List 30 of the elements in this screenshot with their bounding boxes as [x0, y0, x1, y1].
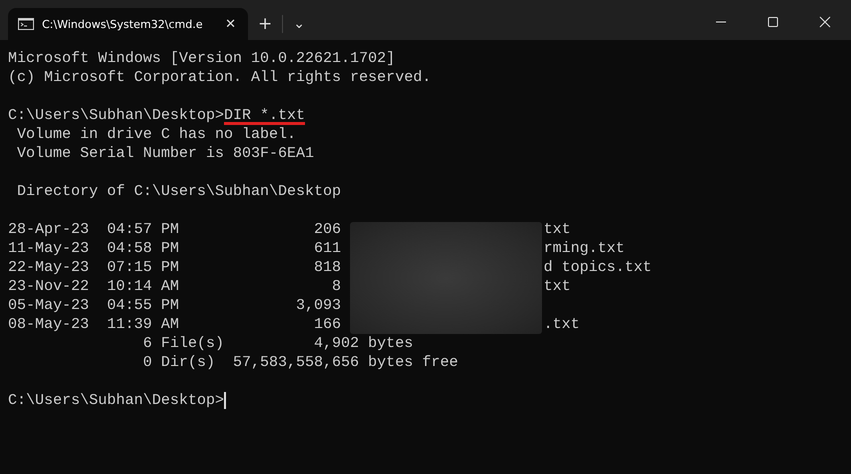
- terminal-icon: [18, 18, 34, 30]
- console-text: Microsoft Windows [Version 10.0.22621.1702]: [8, 49, 396, 68]
- file-name-text: rming.txt: [544, 239, 625, 258]
- file-name-text: d topics.txt: [544, 258, 652, 277]
- prompt-text: C:\Users\Subhan\Desktop>: [8, 106, 224, 125]
- text-cursor: [224, 392, 226, 409]
- file-name-text: .txt: [544, 315, 580, 334]
- prompt-text: C:\Users\Subhan\Desktop>: [8, 391, 224, 410]
- file-listing-text: 08-May-23 11:39 AM 166: [8, 315, 342, 334]
- console-text: Directory of C:\Users\Subhan\Desktop: [16, 182, 342, 201]
- file-listing-text: 28-Apr-23 04:57 PM 206: [8, 220, 342, 239]
- close-icon[interactable]: [819, 16, 831, 28]
- file-listing-text: 23-Nov-22 10:14 AM 8: [8, 277, 342, 296]
- file-name-text: txt: [544, 220, 571, 239]
- new-tab-button[interactable]: +: [248, 8, 282, 40]
- console-text: 0 Dir(s) 57,583,558,656 bytes free: [142, 353, 460, 372]
- file-name-text: txt: [544, 277, 571, 296]
- console-text: Volume in drive C has no label.: [16, 125, 298, 144]
- command-text: DIR *.txt: [224, 106, 306, 125]
- tab-title: C:\Windows\System32\cmd.e: [42, 18, 204, 30]
- maximize-icon[interactable]: [767, 16, 779, 28]
- file-listing-text: 11-May-23 04:58 PM 611: [8, 239, 342, 258]
- console-text: (c) Microsoft Corporation. All rights reserved.: [8, 68, 432, 87]
- console-text: 6 File(s) 4,902 bytes: [142, 334, 414, 353]
- terminal-tab[interactable]: C:\Windows\System32\cmd.e ✕: [8, 8, 248, 40]
- file-listing-text: 22-May-23 07:15 PM 818: [8, 258, 342, 277]
- dropdown-button[interactable]: ⌄: [283, 8, 315, 40]
- close-tab-button[interactable]: ✕: [221, 16, 240, 32]
- file-listing-text: 05-May-23 04:55 PM 3,093: [8, 296, 342, 315]
- console-text: Volume Serial Number is 803F-6EA1: [16, 144, 316, 163]
